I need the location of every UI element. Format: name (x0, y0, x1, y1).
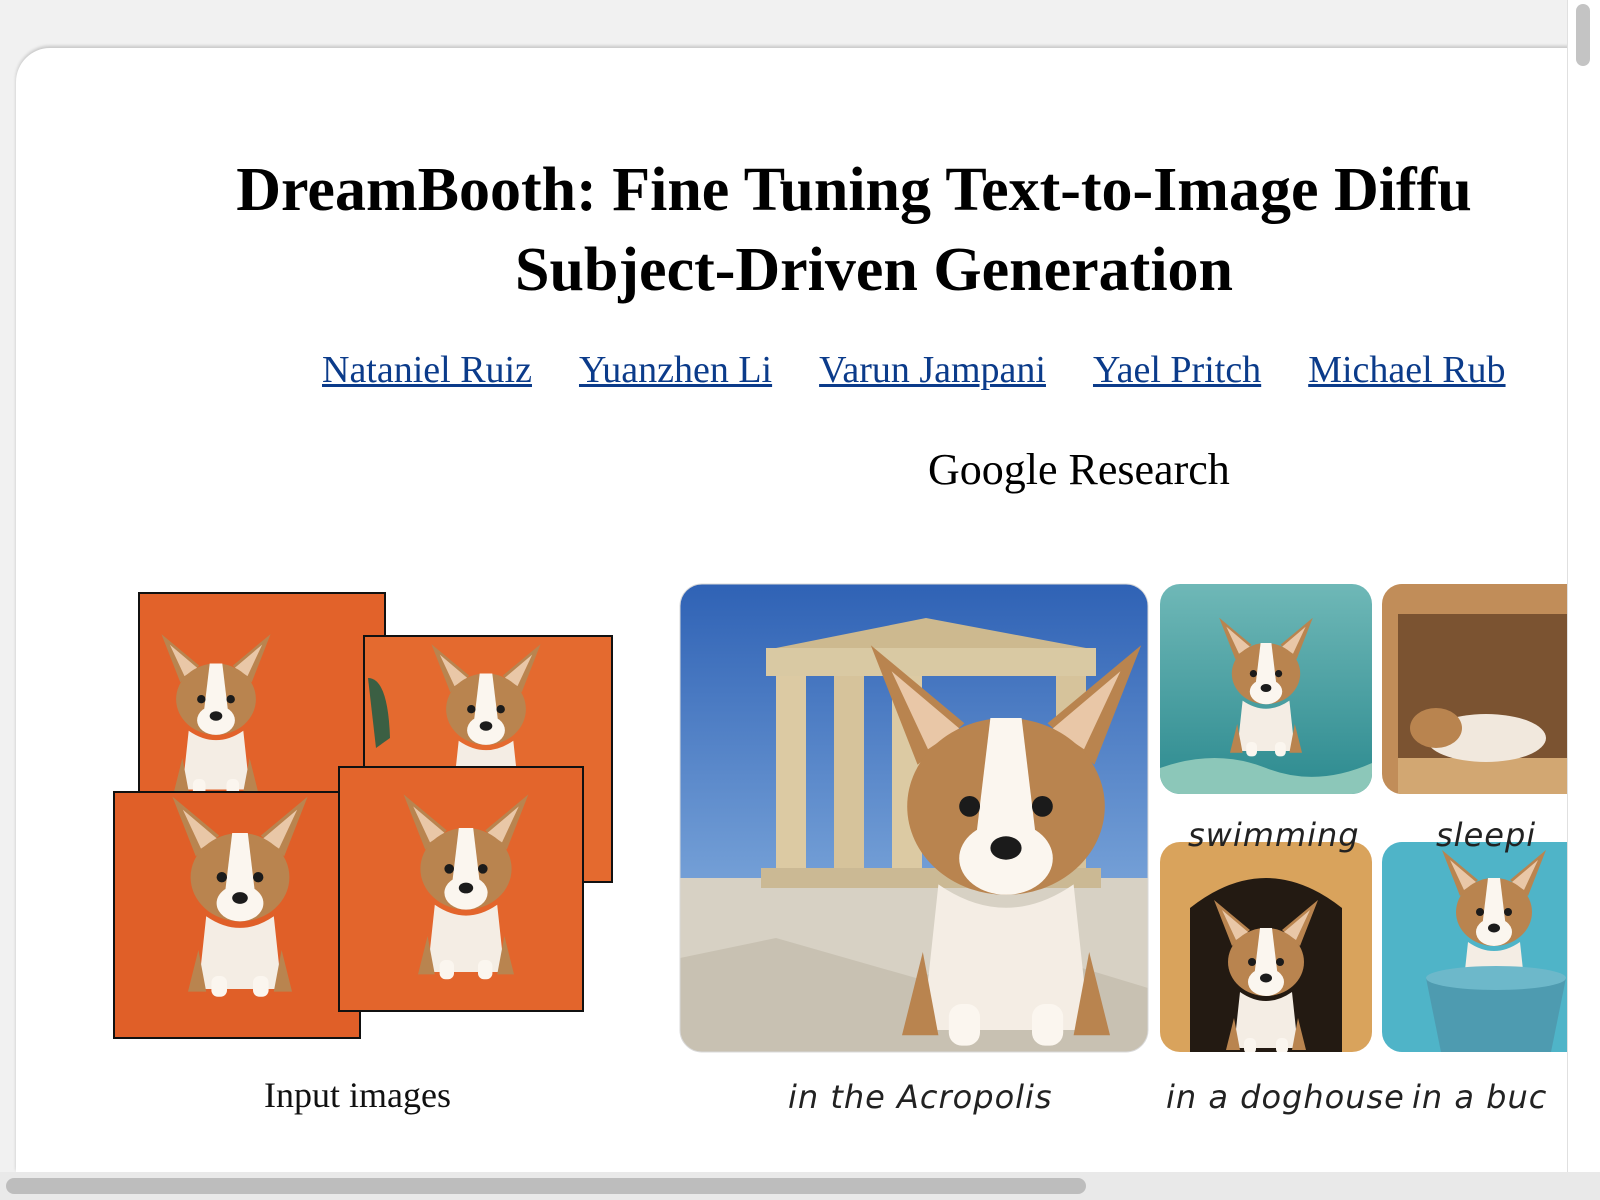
input-photo-front-left (113, 791, 361, 1039)
author-link-yuanzhen-li[interactable]: Yuanzhen Li (579, 349, 772, 391)
author-link-varun-jampani[interactable]: Varun Jampani (819, 349, 1046, 391)
generated-image-bucket (1382, 842, 1576, 1052)
browser-viewport: DreamBooth: Fine Tuning Text-to-Image Di… (16, 48, 1576, 1172)
author-list: Nataniel Ruiz Yuanzhen Li Varun Jampani Yae… (322, 348, 1553, 392)
title-line-1: DreamBooth: Fine Tuning Text-to-Image Di… (236, 156, 1472, 224)
author-link-yael-pritch[interactable]: Yael Pritch (1093, 349, 1261, 391)
horizontal-scrollbar[interactable] (0, 1172, 1600, 1200)
caption-acropolis: in the Acropolis (788, 1078, 1053, 1116)
generated-image-doghouse (1160, 842, 1372, 1052)
author-link-michael-rubinstein[interactable]: Michael Rub (1308, 349, 1505, 391)
input-photo-front-right (338, 766, 584, 1012)
horizontal-scrollbar-thumb[interactable] (6, 1178, 1086, 1194)
author-link-nataniel-ruiz[interactable]: Nataniel Ruiz (322, 349, 532, 391)
page-title: DreamBooth: Fine Tuning Text-to-Image Di… (184, 150, 1524, 310)
generated-image-swimming (1160, 584, 1372, 794)
generated-image-acropolis (680, 584, 1148, 1052)
page-content: DreamBooth: Fine Tuning Text-to-Image Di… (16, 48, 1576, 1172)
caption-bucket: in a buc (1412, 1078, 1548, 1116)
caption-swimming: swimming (1188, 816, 1360, 854)
teaser-figure: Input images in the Acropolis swimming s… (16, 578, 1576, 1138)
caption-sleeping: sleepi (1436, 816, 1537, 854)
affiliation: Google Research (928, 445, 1230, 494)
vertical-scrollbar-thumb[interactable] (1576, 4, 1590, 66)
teaser-figure-image (113, 583, 1576, 1053)
title-line-2: Subject-Driven Generation (514, 236, 1234, 304)
vertical-scrollbar[interactable] (1567, 0, 1600, 1172)
generated-image-sleeping (1382, 584, 1576, 794)
caption-input-images: Input images (264, 1075, 451, 1115)
caption-doghouse: in a doghouse (1166, 1078, 1405, 1116)
